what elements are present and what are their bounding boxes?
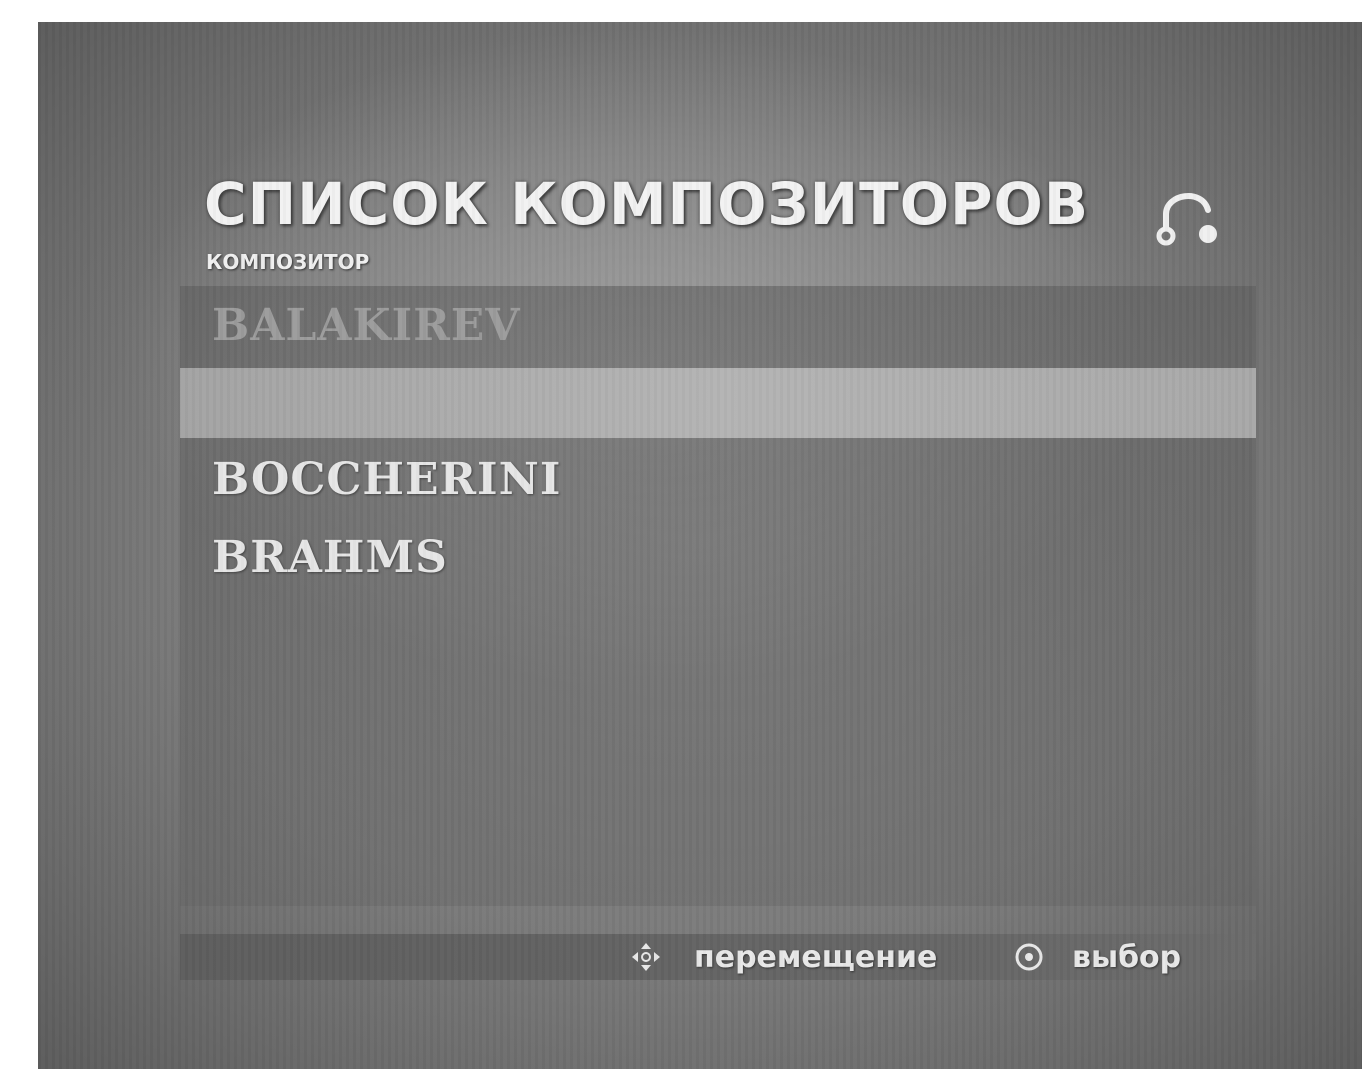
hint-bar: перемещение выбор: [180, 934, 1256, 980]
move-hint-label: перемещение: [694, 940, 938, 975]
select-hint-label: выбор: [1072, 940, 1182, 975]
list-item[interactable]: BRAHMS: [212, 532, 448, 583]
page-title: СПИСОК КОМПОЗИТОРОВ: [204, 170, 1090, 238]
enter-icon: [1015, 943, 1043, 971]
list-item[interactable]: BALAKIREV: [212, 300, 520, 351]
composer-list: BALAKIREV BOCCHERINI BRAHMS: [180, 286, 1256, 906]
list-item[interactable]: BOCCHERINI: [212, 454, 561, 505]
page-subtitle: КОМПОЗИТОР: [206, 250, 370, 274]
music-note-icon: [1156, 193, 1217, 246]
dpad-icon: [632, 943, 660, 971]
tv-screen: СПИСОК КОМПОЗИТОРОВ КОМПОЗИТОР BALAKIREV…: [38, 22, 1362, 1069]
list-item-selected[interactable]: [180, 368, 1256, 438]
